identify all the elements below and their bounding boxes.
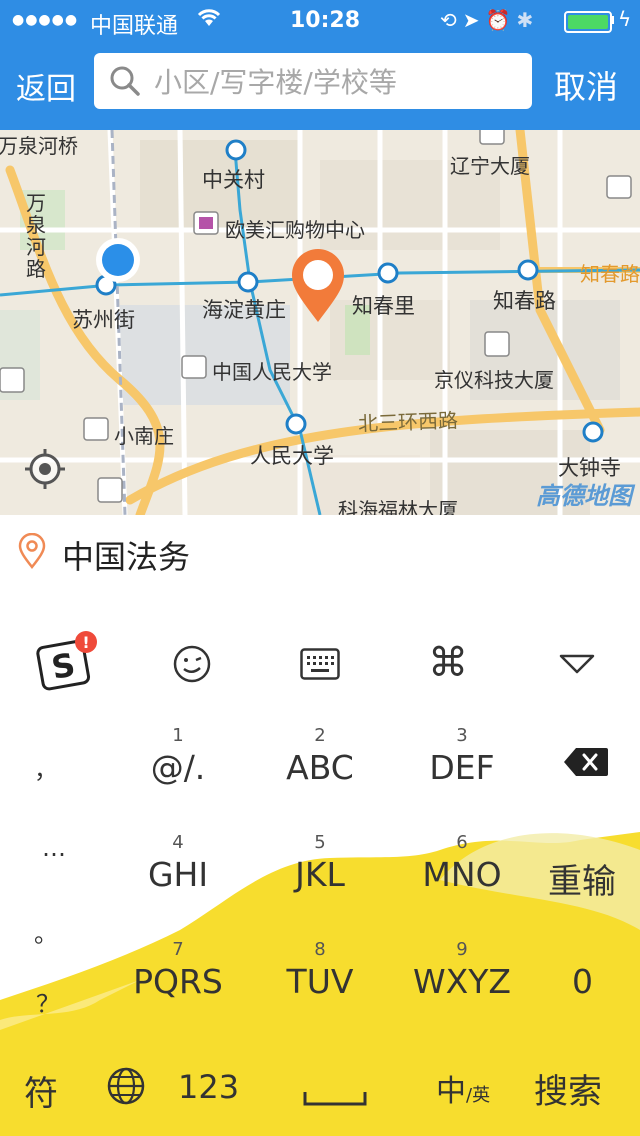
map-label: 海淀黄庄 [202,298,286,322]
lang-main-label: 中 [436,1074,466,1109]
alarm-icon: ⏰ [485,8,517,32]
map-label: 辽宁大厦 [450,154,530,178]
status-time: 10:28 [290,8,361,33]
selected-location-name[interactable]: 中国法务 [62,532,190,578]
status-icons: ⟲➤⏰✱ [440,8,539,32]
keyboard-icon[interactable] [300,648,340,680]
charging-icon: ϟ [618,7,632,31]
key-3[interactable]: 3 DEF [402,724,522,788]
map-view[interactable]: 万泉河桥 中关村 辽宁大厦 欧美汇购物中心 万泉河路 苏州街 海淀黄庄 知春里 … [0,130,640,515]
back-button[interactable]: 返回 [16,64,76,108]
search-key[interactable]: 搜索 [534,1064,602,1113]
key-comma[interactable]: ， [16,750,76,785]
key-6[interactable]: 6 MNO [402,831,522,895]
sogou-logo-icon[interactable]: S ! [36,630,98,692]
battery-tip [611,16,614,24]
cancel-button[interactable]: 取消 [554,62,618,108]
globe-icon[interactable] [106,1066,146,1106]
search-input[interactable] [152,60,526,104]
map-label: 中国人民大学 [212,360,332,384]
emoji-icon[interactable] [172,644,212,684]
locate-me-icon[interactable] [24,448,66,490]
search-icon [110,66,140,96]
key-0[interactable]: 0 [572,962,593,1001]
language-switch-key[interactable]: 中/英 [436,1066,490,1110]
reenter-key[interactable]: 重输 [548,854,616,903]
space-key-icon[interactable] [302,1088,368,1108]
map-label: 知春路 [580,262,640,286]
key-period[interactable]: 。 [16,914,76,949]
symbols-key[interactable]: 符 [24,1066,58,1115]
key-ellipsis[interactable]: … [24,834,84,862]
lang-sub-label: /英 [466,1085,491,1106]
key-8[interactable]: 8 TUV [260,938,380,1002]
battery-icon [564,11,612,33]
signal-strength: ●●●●● [12,12,79,28]
key-question[interactable]: ？ [18,984,78,1019]
map-label: 科海福林大厦 [338,498,458,515]
map-label: 中关村 [202,168,265,192]
backspace-icon[interactable] [562,746,610,778]
map-label: 万泉河路 [26,191,46,281]
collapse-keyboard-icon[interactable] [558,652,596,676]
map-label: 京仪科技大厦 [434,368,554,392]
location-arrow-icon: ➤ [462,8,486,32]
key-7[interactable]: 7 PQRS [118,938,238,1002]
key-2[interactable]: 2 ABC [260,724,380,788]
map-label: 万泉河桥 [0,134,78,158]
key-1[interactable]: 1 @/. [118,724,238,788]
svg-text:!: ! [82,633,89,652]
numbers-key[interactable]: 123 [178,1068,239,1106]
key-5[interactable]: 5 JKL [260,831,380,895]
bluetooth-icon: ✱ [516,8,540,32]
map-label: 知春里 [352,294,415,318]
map-label: 知春路 [493,289,556,313]
location-pin-icon [18,533,46,569]
key-4[interactable]: 4 GHI [118,831,238,895]
map-label: 欧美汇购物中心 [225,218,365,242]
lock-rotation-icon: ⟲ [440,8,463,32]
key-9[interactable]: 9 WXYZ [402,938,522,1002]
command-icon[interactable]: ⌘ [428,640,468,686]
map-label: 北三环西路 [357,408,459,436]
map-label: 苏州街 [72,308,135,332]
carrier-name: 中国联通 [90,14,179,39]
map-label: 小南庄 [114,424,174,448]
wifi-icon [196,6,222,34]
keyboard: S ! ⌘ ， … 。 ？ 1 @/. 2 ABC 3 DEF 4 GHI 5 JKL 6… [0,600,640,1136]
map-provider-logo: 高德地图 [536,482,632,510]
map-label: 人民大学 [250,444,334,468]
